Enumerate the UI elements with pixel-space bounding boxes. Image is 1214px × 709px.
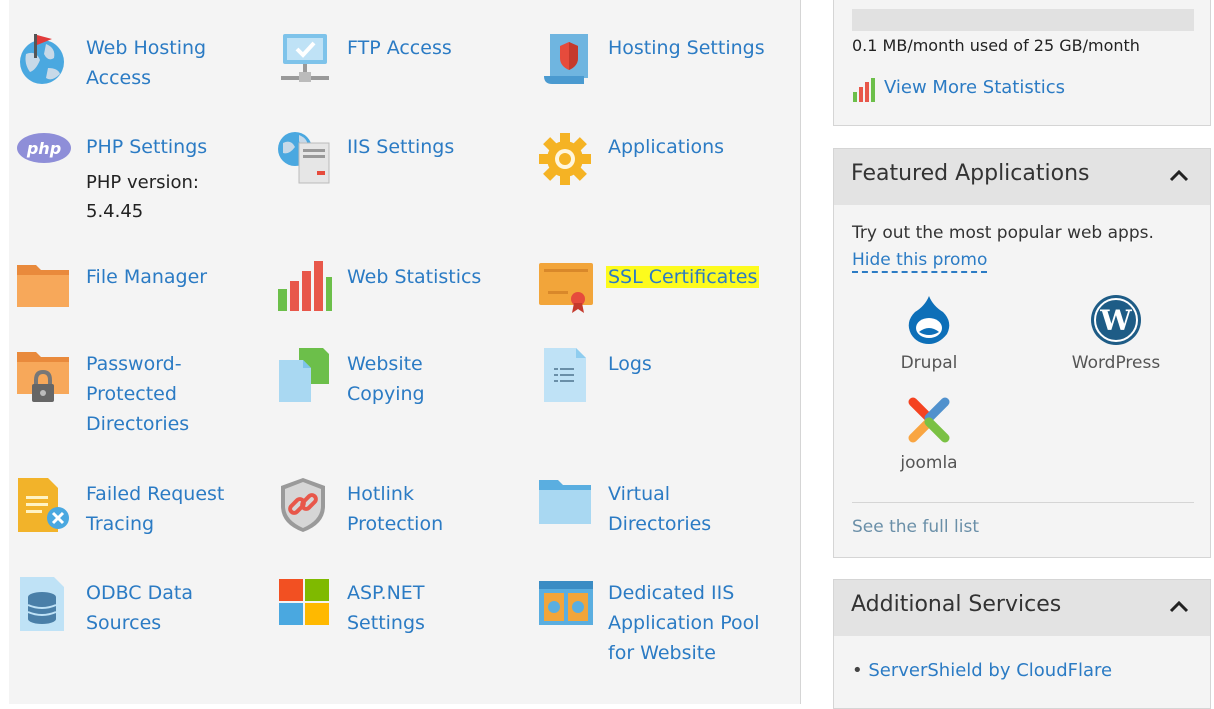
tool-php-settings[interactable]: php PHP Settings PHP version: 5.4.45 xyxy=(16,131,266,231)
tool-password-protected-directories[interactable]: Password-Protected Directories xyxy=(16,348,266,444)
tool-label[interactable]: PHP Settings xyxy=(86,132,256,162)
tool-label[interactable]: Virtual Directories xyxy=(608,479,748,539)
small-bar-chart-icon xyxy=(853,78,875,102)
featured-applications-header[interactable]: Featured Applications xyxy=(834,149,1210,205)
view-more-statistics-label[interactable]: View More Statistics xyxy=(884,77,1065,98)
tool-label[interactable]: Web Statistics xyxy=(347,262,517,292)
tool-virtual-directories[interactable]: Virtual Directories xyxy=(538,478,768,544)
hosting-settings-shield-icon xyxy=(538,32,594,88)
column-divider xyxy=(800,0,801,704)
featured-intro-text: Try out the most popular web apps. xyxy=(852,223,1154,243)
chevron-up-icon[interactable] xyxy=(1166,594,1192,620)
tool-label[interactable]: Website Copying xyxy=(347,349,477,409)
drupal-icon xyxy=(908,296,950,344)
tool-web-hosting-access[interactable]: Web Hosting Access xyxy=(16,32,266,102)
tool-logs[interactable]: Logs xyxy=(538,348,768,404)
chevron-up-icon[interactable] xyxy=(1166,163,1192,189)
usage-text: 0.1 MB/month used of 25 GB/month xyxy=(852,36,1140,55)
featured-applications-panel: Featured Applications Try out the most p… xyxy=(833,148,1211,558)
tool-iis-settings[interactable]: IIS Settings xyxy=(277,131,507,187)
additional-services-title: Additional Services xyxy=(851,592,1062,617)
joomla-icon xyxy=(908,397,950,443)
app-drupal[interactable]: Drupal xyxy=(879,294,979,373)
hide-promo-link[interactable]: Hide this promo xyxy=(852,250,988,273)
app-name: Drupal xyxy=(900,353,958,373)
tool-label[interactable]: File Manager xyxy=(86,262,256,292)
tool-label[interactable]: ODBC Data Sources xyxy=(86,578,226,638)
tool-file-manager[interactable]: File Manager xyxy=(16,261,266,317)
tool-label[interactable]: Applications xyxy=(608,132,778,162)
php-version-text: PHP version: 5.4.45 xyxy=(86,172,199,222)
tool-label[interactable]: Hosting Settings xyxy=(608,33,788,63)
disk-usage-bar xyxy=(852,9,1194,31)
tool-hosting-settings[interactable]: Hosting Settings xyxy=(538,32,798,88)
tool-website-copying[interactable]: Website Copying xyxy=(277,348,507,414)
tool-label[interactable]: Logs xyxy=(608,349,778,379)
servershield-link[interactable]: ServerShield by CloudFlare xyxy=(868,660,1112,681)
tool-ftp-access[interactable]: FTP Access xyxy=(277,32,507,88)
additional-services-panel: Additional Services • ServerShield by Cl… xyxy=(833,579,1211,709)
log-file-icon xyxy=(538,348,594,404)
svg-text:php: php xyxy=(26,139,61,158)
failed-request-icon xyxy=(16,478,72,534)
virtual-folder-icon xyxy=(538,478,594,534)
app-name: joomla xyxy=(900,453,958,473)
app-pool-icon xyxy=(538,577,594,633)
tool-label-highlighted[interactable]: SSL Certificates xyxy=(606,262,788,292)
tool-ssl-certificates[interactable]: SSL Certificates xyxy=(538,261,778,317)
tool-applications[interactable]: Applications xyxy=(538,131,768,187)
windows-logo-icon xyxy=(277,577,333,633)
service-list-item: • ServerShield by CloudFlare xyxy=(852,660,1113,681)
app-wordpress[interactable]: W WordPress xyxy=(1066,294,1166,373)
app-joomla[interactable]: joomla xyxy=(879,394,979,473)
tool-odbc-data-sources[interactable]: ODBC Data Sources xyxy=(16,577,266,643)
certificate-icon xyxy=(538,261,594,317)
additional-services-header[interactable]: Additional Services xyxy=(834,580,1210,636)
bar-chart-icon xyxy=(277,261,333,317)
tool-label[interactable]: Failed Request Tracing xyxy=(86,479,256,539)
iis-server-icon xyxy=(277,131,333,187)
copy-pages-icon xyxy=(277,348,333,404)
locked-folder-icon xyxy=(16,348,72,404)
hotlink-shield-icon xyxy=(277,478,333,534)
ssl-highlight[interactable]: SSL Certificates xyxy=(606,266,760,288)
tool-failed-request-tracing[interactable]: Failed Request Tracing xyxy=(16,478,266,544)
app-name: WordPress xyxy=(1071,353,1161,373)
see-full-list-link[interactable]: See the full list xyxy=(852,517,979,537)
tool-label[interactable]: Password-Protected Directories xyxy=(86,349,216,439)
tool-web-statistics[interactable]: Web Statistics xyxy=(277,261,507,317)
wordpress-icon: W xyxy=(1091,295,1141,345)
tool-dedicated-iis-pool[interactable]: Dedicated IIS Application Pool for Websi… xyxy=(538,577,788,673)
database-icon xyxy=(16,577,72,633)
ftp-monitor-icon xyxy=(277,32,333,88)
folder-icon xyxy=(16,261,72,317)
tool-label[interactable]: Hotlink Protection xyxy=(347,479,477,539)
svg-text:W: W xyxy=(1099,304,1132,337)
featured-divider xyxy=(852,502,1194,503)
gear-icon xyxy=(538,131,594,187)
tool-label[interactable]: FTP Access xyxy=(347,33,507,63)
tool-asp-net-settings[interactable]: ASP.NET Settings xyxy=(277,577,507,643)
tool-label[interactable]: Web Hosting Access xyxy=(86,33,246,93)
tool-label[interactable]: IIS Settings xyxy=(347,132,507,162)
globe-flag-icon xyxy=(16,32,72,88)
tool-hotlink-protection[interactable]: Hotlink Protection xyxy=(277,478,507,544)
php-icon: php xyxy=(16,131,72,187)
featured-applications-title: Featured Applications xyxy=(851,161,1090,186)
tool-label[interactable]: ASP.NET Settings xyxy=(347,578,467,638)
tool-label[interactable]: Dedicated IIS Application Pool for Websi… xyxy=(608,578,788,668)
